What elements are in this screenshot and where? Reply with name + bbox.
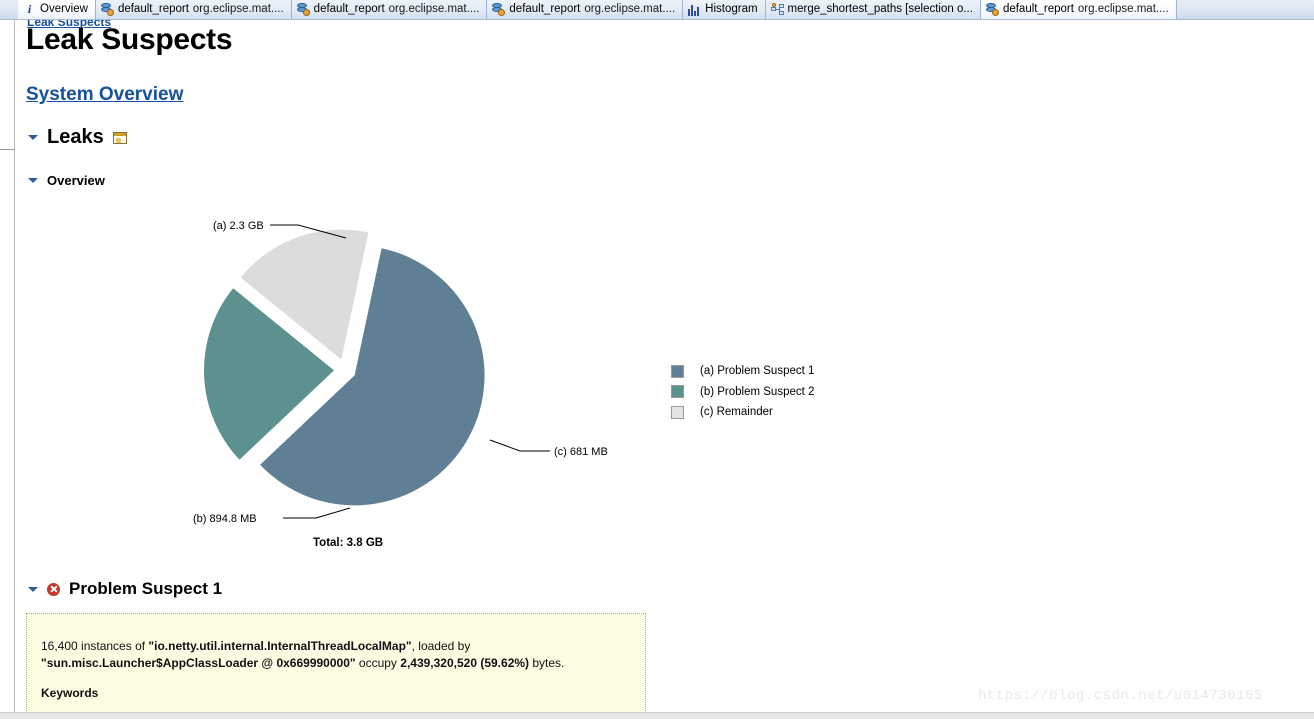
tab-default-report-2[interactable]: default_report org.eclipse.mat....: [291, 0, 488, 19]
tab-default-report-4-label: default_report: [1002, 3, 1074, 15]
desc-part-1: 16,400 instances of: [41, 639, 149, 653]
left-margin-tick: [0, 149, 15, 150]
editor-tab-bar: i Overview default_report org.eclipse.ma…: [0, 0, 1314, 20]
report-icon: [100, 3, 114, 16]
report-page: Leak Suspects Leak Suspects System Overv…: [0, 0, 1314, 719]
desc-part-3: occupy: [355, 656, 401, 670]
tab-histogram-label: Histogram: [705, 3, 758, 15]
chevron-down-icon[interactable]: [28, 586, 38, 592]
info-icon: i: [27, 2, 32, 16]
pie-label-a: (a) 2.3 GB: [213, 220, 264, 232]
leader-line-c: [489, 439, 550, 452]
tab-default-report-3-label: default_report: [509, 3, 581, 15]
chart-legend: (a) Problem Suspect 1 (b) Problem Suspec…: [671, 361, 814, 423]
section-problem-suspect-1-label: Problem Suspect 1: [69, 579, 223, 598]
section-overview-label: Overview: [47, 173, 105, 188]
tab-default-report-3[interactable]: default_report org.eclipse.mat....: [487, 0, 684, 19]
page-title: Leak Suspects: [26, 23, 233, 56]
tab-overview-label: Overview: [40, 3, 88, 15]
legend-swatch-a: [671, 364, 684, 378]
legend-label-b: (b) Problem Suspect 2: [700, 385, 815, 398]
problem-suspect-description-box: 16,400 instances of "io.netty.util.inter…: [26, 613, 646, 719]
desc-part-2: , loaded by: [411, 639, 471, 653]
legend-label-a: (a) Problem Suspect 1: [700, 365, 815, 378]
bottom-bar: [0, 712, 1314, 719]
tabbar-left-gap: [0, 0, 18, 19]
problem-suspect-description: 16,400 instances of "io.netty.util.inter…: [41, 638, 629, 672]
merge-paths-icon: [770, 3, 784, 16]
tab-default-report-4-sublabel: org.eclipse.mat....: [1077, 3, 1169, 15]
tab-default-report-1-sublabel: org.eclipse.mat....: [192, 3, 284, 15]
leader-line-b: [283, 507, 351, 519]
desc-bytes: 2,439,320,520 (59.62%): [400, 656, 530, 670]
tab-default-report-2-sublabel: org.eclipse.mat....: [388, 3, 480, 15]
chevron-down-icon[interactable]: [28, 135, 38, 140]
tab-default-report-4[interactable]: default_report org.eclipse.mat....: [980, 0, 1177, 19]
leak-suspects-pie-chart: (a) 2.3 GB (b) 894.8 MB (c) 681 MB: [150, 205, 750, 560]
section-leaks-header[interactable]: Leaks: [28, 126, 127, 149]
legend-swatch-b: [671, 385, 684, 399]
watermark: https://blog.csdn.net/u014730165: [978, 688, 1263, 704]
system-overview-link[interactable]: System Overview: [26, 84, 183, 106]
tab-overview[interactable]: i Overview: [18, 0, 96, 19]
tab-merge-shortest-paths[interactable]: merge_shortest_paths [selection o...: [765, 0, 981, 19]
section-problem-suspect-1-header[interactable]: Problem Suspect 1: [28, 579, 222, 599]
report-icon: [492, 3, 506, 16]
chevron-down-icon[interactable]: [28, 178, 38, 183]
tab-default-report-1-label: default_report: [117, 3, 189, 15]
tab-default-report-3-sublabel: org.eclipse.mat....: [584, 3, 676, 15]
tab-merge-shortest-paths-label: merge_shortest_paths [selection o...: [787, 3, 973, 15]
legend-swatch-c: [671, 405, 684, 419]
pie-label-b: (b) 894.8 MB: [193, 513, 257, 525]
tab-default-report-1[interactable]: default_report org.eclipse.mat....: [95, 0, 292, 19]
desc-part-4: bytes.: [529, 656, 565, 670]
pie-label-c: (c) 681 MB: [554, 446, 608, 458]
pie-svg: (a) 2.3 GB (b) 894.8 MB (c) 681 MB: [193, 220, 608, 525]
desc-loader-name: "sun.misc.Launcher$AppClassLoader @ 0x66…: [41, 656, 356, 670]
tab-histogram[interactable]: Histogram: [683, 0, 766, 19]
report-icon: [985, 3, 999, 16]
legend-item[interactable]: (a) Problem Suspect 1: [671, 361, 814, 382]
window-report-icon[interactable]: [112, 131, 127, 144]
left-margin-rule: [14, 18, 15, 719]
report-icon: [296, 3, 310, 16]
tab-default-report-2-label: default_report: [313, 3, 385, 15]
error-icon: [47, 582, 60, 596]
keywords-heading: Keywords: [41, 686, 99, 700]
section-leaks-label: Leaks: [47, 126, 104, 148]
section-overview-header[interactable]: Overview: [28, 173, 105, 188]
legend-item[interactable]: (c) Remainder: [671, 402, 814, 423]
legend-item[interactable]: (b) Problem Suspect 2: [671, 382, 814, 403]
histogram-icon: [688, 3, 701, 16]
legend-label-c: (c) Remainder: [700, 406, 773, 419]
pie-total-label: Total: 3.8 GB: [313, 537, 384, 549]
desc-class-name: "io.netty.util.internal.InternalThreadLo…: [148, 639, 412, 653]
